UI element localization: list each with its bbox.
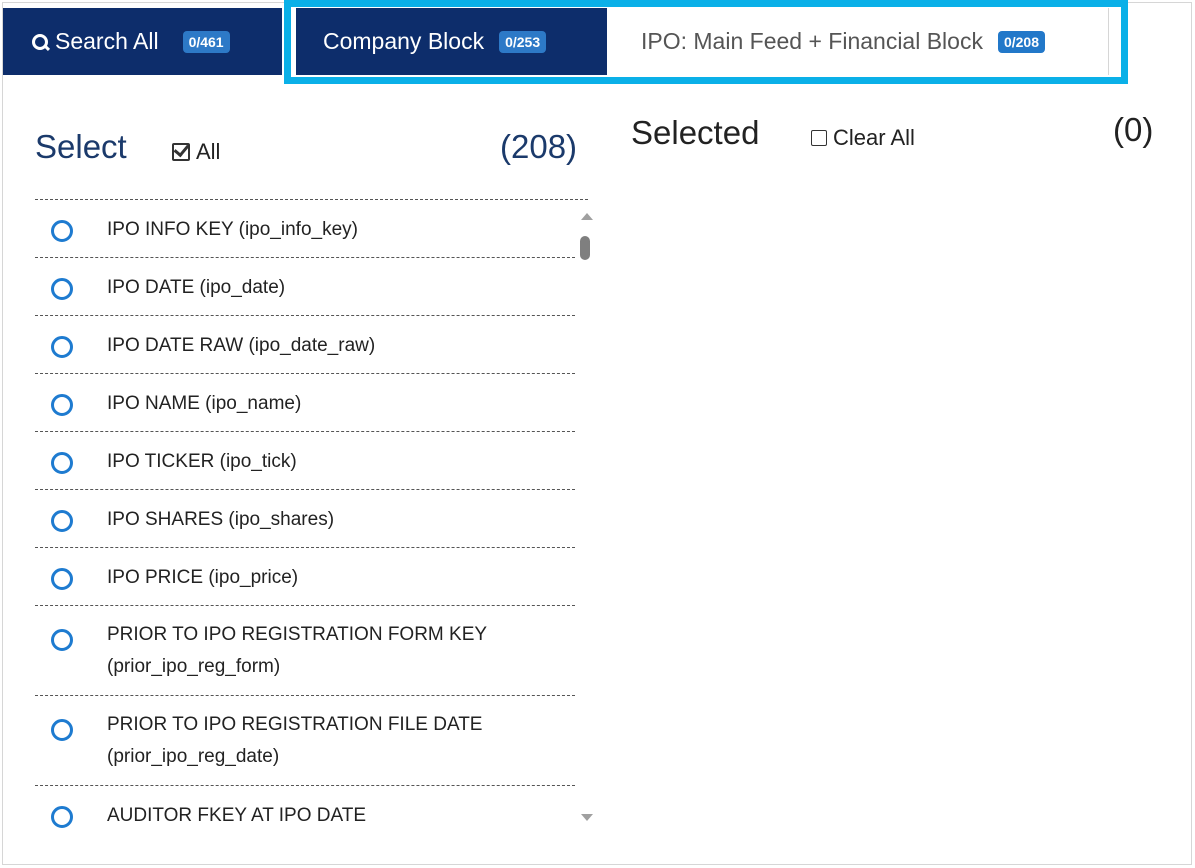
search-icon xyxy=(31,33,51,51)
radio-icon[interactable] xyxy=(51,719,73,741)
tab-search-all[interactable]: Search All 0/461 xyxy=(3,8,282,75)
list-item-sublabel: (prior_ipo_reg_form) xyxy=(107,656,281,677)
list-item-label: IPO PRICE (ipo_price) xyxy=(107,567,299,588)
clear-all-checkbox[interactable]: Clear All xyxy=(811,125,915,151)
list-item-label: IPO TICKER (ipo_tick) xyxy=(107,451,297,472)
radio-icon[interactable] xyxy=(51,336,73,358)
radio-icon[interactable] xyxy=(51,568,73,590)
list-item[interactable]: IPO PRICE (ipo_price) xyxy=(35,548,575,606)
select-count: (208) xyxy=(500,128,578,165)
tab-ipo-main-feed[interactable]: IPO: Main Feed + Financial Block 0/208 xyxy=(615,8,1109,75)
tab-company-block-badge: 0/253 xyxy=(499,30,547,53)
radio-icon[interactable] xyxy=(51,220,73,242)
tab-ipo-main-feed-badge: 0/208 xyxy=(997,30,1046,53)
list-item[interactable]: IPO INFO KEY (ipo_info_key) xyxy=(35,200,575,258)
checkbox-empty-icon xyxy=(811,130,827,146)
list-item[interactable]: AUDITOR FKEY AT IPO DATE xyxy=(35,786,575,840)
list-item-label: IPO INFO KEY (ipo_info_key) xyxy=(107,219,358,240)
scroll-down-arrow-icon[interactable] xyxy=(581,814,593,821)
list-item[interactable]: PRIOR TO IPO REGISTRATION FILE DATE (prio… xyxy=(35,696,575,786)
tab-ipo-main-feed-label: IPO: Main Feed + Financial Block xyxy=(641,28,983,54)
select-all-label: All xyxy=(196,139,221,164)
list-item-label: IPO SHARES (ipo_shares) xyxy=(107,509,335,530)
radio-icon[interactable] xyxy=(51,806,73,828)
list-item[interactable]: IPO NAME (ipo_name) xyxy=(35,374,575,432)
radio-icon[interactable] xyxy=(51,629,73,651)
list-item[interactable]: IPO SHARES (ipo_shares) xyxy=(35,490,575,548)
selected-heading: Selected xyxy=(631,114,760,151)
list-item-label: PRIOR TO IPO REGISTRATION FORM KEY xyxy=(107,624,488,645)
list-item[interactable]: PRIOR TO IPO REGISTRATION FORM KEY (prior… xyxy=(35,606,575,696)
scroll-up-arrow-icon[interactable] xyxy=(581,213,593,220)
list-item-label: IPO DATE (ipo_date) xyxy=(107,277,286,298)
list-item-label: PRIOR TO IPO REGISTRATION FILE DATE xyxy=(107,714,483,735)
clear-all-label: Clear All xyxy=(833,125,915,150)
list-scrollbar[interactable] xyxy=(577,205,597,835)
select-heading: Select xyxy=(35,128,127,165)
list-item-sublabel: (prior_ipo_reg_date) xyxy=(107,746,280,767)
tab-search-all-badge: 0/461 xyxy=(182,30,230,53)
radio-icon[interactable] xyxy=(51,452,73,474)
list-item[interactable]: IPO TICKER (ipo_tick) xyxy=(35,432,575,490)
list-item[interactable]: IPO DATE (ipo_date) xyxy=(35,258,575,316)
field-list: IPO INFO KEY (ipo_info_key) IPO DATE (ipo… xyxy=(35,200,575,840)
checkbox-checked-icon xyxy=(172,143,190,161)
list-item-label: IPO NAME (ipo_name) xyxy=(107,393,302,414)
selected-count: (0) xyxy=(1113,111,1154,148)
tab-company-block-label: Company Block xyxy=(323,28,485,54)
tab-search-all-label: Search All xyxy=(55,28,159,54)
tab-company-block[interactable]: Company Block 0/253 xyxy=(296,8,607,75)
radio-icon[interactable] xyxy=(51,278,73,300)
radio-icon[interactable] xyxy=(51,510,73,532)
radio-icon[interactable] xyxy=(51,394,73,416)
list-item-label: IPO DATE RAW (ipo_date_raw) xyxy=(107,335,376,356)
select-all-checkbox[interactable]: All xyxy=(172,139,220,165)
list-item-label: AUDITOR FKEY AT IPO DATE xyxy=(107,805,367,826)
scroll-thumb[interactable] xyxy=(580,236,590,260)
list-item[interactable]: IPO DATE RAW (ipo_date_raw) xyxy=(35,316,575,374)
